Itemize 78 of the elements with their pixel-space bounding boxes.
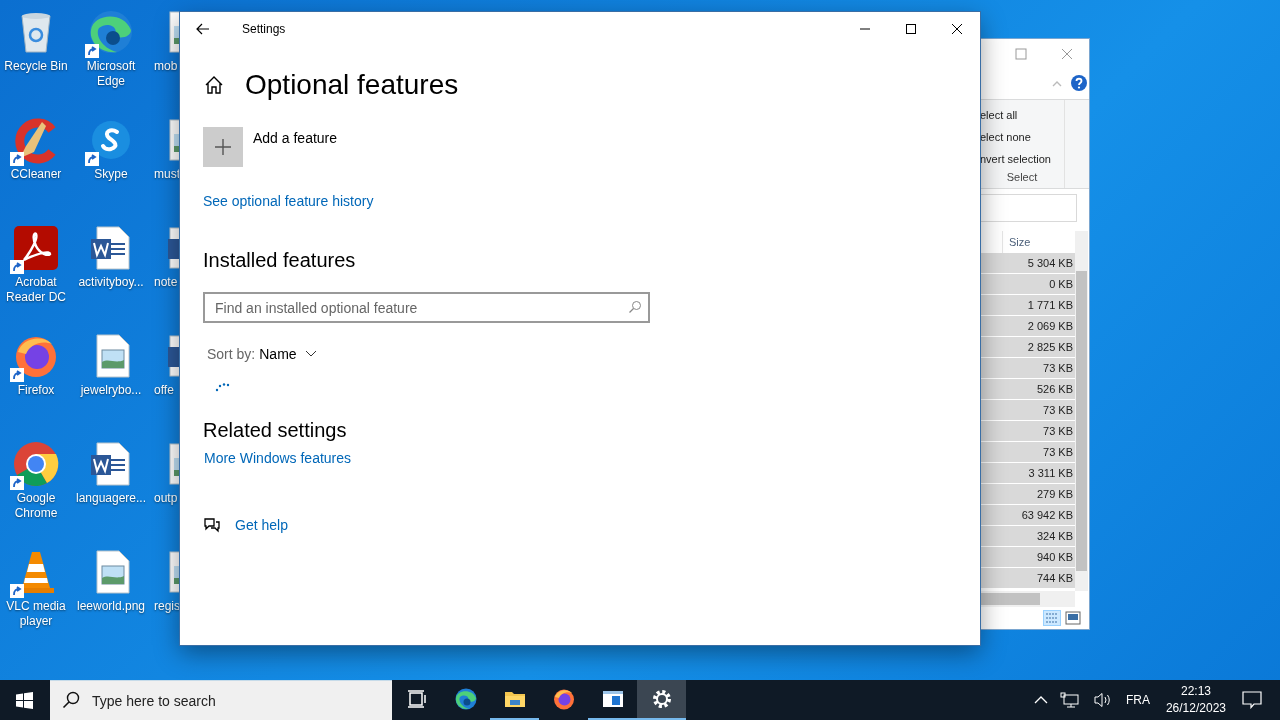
desktop-icon-label[interactable]: note [154,275,178,290]
network-icon[interactable] [1059,692,1080,708]
get-help-link[interactable]: Get help [235,517,288,533]
file-size-cell[interactable]: 5 304 KB [980,253,1075,274]
browser-icon [453,687,478,711]
desktop-icon-label[interactable]: Recycle Bin [4,59,68,74]
section-heading: Installed features [203,248,356,273]
taskbar-search-field[interactable]: Type here to search [50,680,392,720]
desktop-icon-label[interactable]: jewelrybo... [80,383,142,398]
ribbon-group-label: Select [1005,171,1039,183]
add-feature-label[interactable]: Add a feature [253,127,338,149]
browser-icon [12,440,60,488]
file-size-cell[interactable]: 63 942 KB [980,505,1075,526]
taskbar-app-button[interactable] [637,680,686,720]
desktop-icon-label[interactable]: mob [154,59,178,74]
file-size-cell[interactable]: 324 KB [980,526,1075,547]
desktop-icon-label[interactable]: Acrobat Reader DC [0,275,72,305]
section-heading: Related settings [203,418,347,443]
sort-dropdown[interactable]: Name [259,346,317,362]
desktop-icon-label[interactable]: regis [154,599,180,614]
chevron-up-icon[interactable] [1033,695,1048,705]
large-icons-view-icon[interactable] [1065,611,1081,625]
plus-icon [214,138,232,156]
loading-spinner-icon [215,382,231,392]
file-size-cell[interactable]: 73 KB [980,442,1075,463]
browser-icon [551,687,576,711]
add-feature-button[interactable] [203,127,243,167]
notification-icon [1242,691,1262,709]
file-size-cell[interactable]: 0 KB [980,274,1075,295]
volume-icon[interactable] [1093,692,1112,708]
desktop-icon-label[interactable]: Microsoft Edge [75,59,147,89]
desktop-icon-label[interactable]: Firefox [17,383,55,398]
desktop-icon-label[interactable]: activityboy... [78,275,144,290]
browser-icon [87,8,135,56]
file-size-cell[interactable]: 940 KB [980,547,1075,568]
ribbon-command[interactable]: elect none [980,126,1064,148]
file-size-cell[interactable]: 2 825 KB [980,337,1075,358]
sort-label: Sort by: [207,346,256,362]
desktop-icon-label[interactable]: leeworld.png [76,599,145,614]
page-title: Optional features [245,68,459,102]
desktop-icon-label[interactable]: Google Chrome [0,491,72,521]
file-size-cell[interactable]: 526 KB [980,379,1075,400]
start-icon [15,691,33,709]
ribbon-command[interactable]: nvert selection [980,148,1064,170]
desktop-icon-label[interactable]: VLC media player [0,599,72,629]
home-icon[interactable] [203,74,225,96]
window-title: Settings [242,22,287,36]
desktop-icon-label[interactable]: outp [154,491,178,506]
maximize-icon [905,23,917,35]
search-field[interactable]: Find an installed optional feature [203,292,650,323]
close-icon[interactable] [1060,47,1074,61]
file-size-cell[interactable]: 73 KB [980,421,1075,442]
desktop-icon-label[interactable]: Skype [94,167,128,182]
search-icon [628,300,642,314]
vertical-scrollbar[interactable] [1075,231,1088,591]
file-size-cell[interactable]: 73 KB [980,400,1075,421]
desktop-icon-label[interactable]: CCleaner [10,167,62,182]
feature-history-link[interactable]: See optional feature history [203,193,374,209]
back-arrow-icon [196,22,210,36]
desktop-icon-label[interactable]: offe [154,383,174,398]
desktop-icon-label[interactable]: languagere... [75,491,147,506]
pdf-reader-icon [12,224,60,272]
file-size-cell[interactable]: 3 311 KB [980,463,1075,484]
file-size-cell[interactable]: 279 KB [980,484,1075,505]
chevron-down-icon [304,350,317,358]
file-size-cell[interactable]: 2 069 KB [980,316,1075,337]
file-size-cell[interactable]: 73 KB [980,358,1075,379]
file-size-cell[interactable]: 744 KB [980,568,1075,589]
ribbon-command[interactable]: elect all [980,104,1064,126]
windows-features-link[interactable]: More Windows features [204,450,352,466]
desktop-icon-label[interactable]: must [154,167,180,182]
horizontal-scrollbar[interactable] [980,591,1075,607]
help-chat-icon [203,516,221,534]
file-size-cell[interactable]: 1 771 KB [980,295,1075,316]
close-icon [951,23,963,35]
language-indicator[interactable]: FRA [1119,680,1156,720]
clock[interactable]: 22:13 26/12/2023 [1155,683,1236,717]
help-icon[interactable] [1070,74,1088,92]
